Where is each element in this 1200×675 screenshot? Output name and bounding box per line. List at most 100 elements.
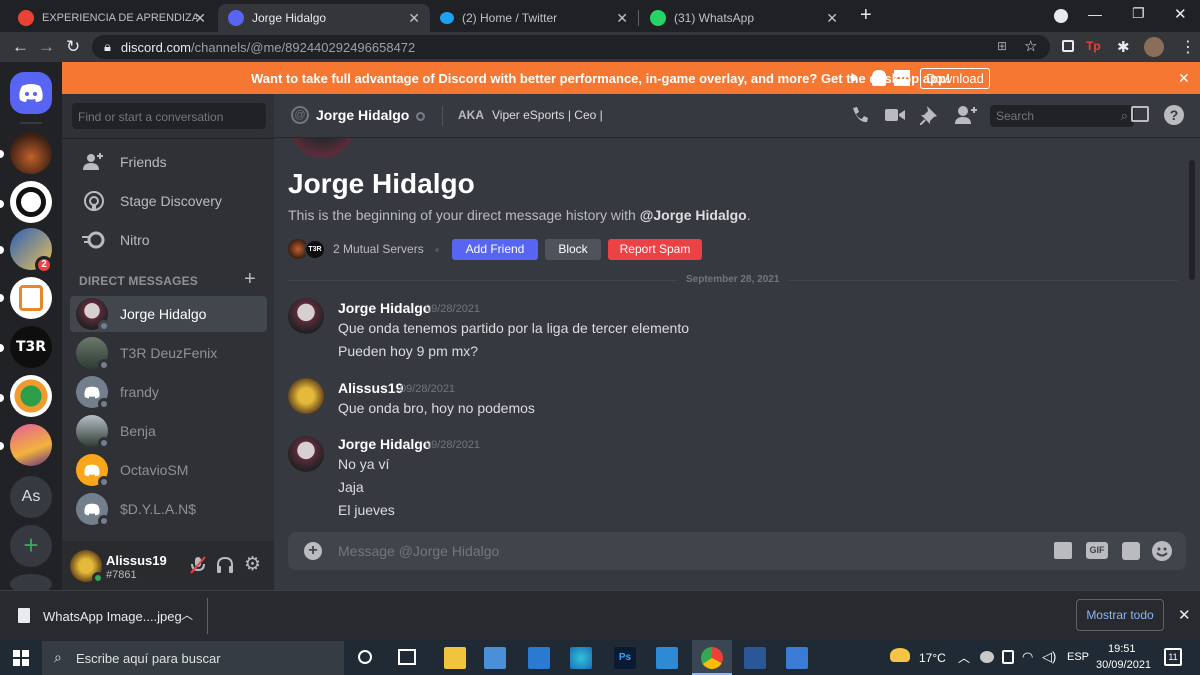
home-button[interactable] (10, 72, 52, 114)
find-conversation-input[interactable]: Find or start a conversation (72, 103, 266, 129)
dm-item-dylan[interactable]: $D.Y.L.A.N$ (70, 491, 267, 527)
server-icon[interactable] (10, 277, 52, 319)
start-windows-icon[interactable] (13, 650, 29, 666)
server-icon[interactable] (10, 181, 52, 223)
address-bar[interactable]: 🔒︎ discord.com /channels/@me/89244029249… (92, 35, 1050, 59)
weather-icon[interactable] (890, 648, 910, 662)
browser-tab-active[interactable]: Jorge Hidalgo ✕ (218, 4, 430, 32)
mail-icon[interactable] (528, 647, 550, 669)
tab-search-icon[interactable] (1054, 9, 1068, 23)
menu-icon[interactable]: ⋮ (1180, 37, 1196, 57)
close-shelf-icon[interactable]: ✕ (1178, 606, 1191, 624)
file-explorer-icon[interactable] (444, 647, 466, 669)
mention[interactable]: @Jorge Hidalgo (640, 207, 747, 223)
notification-center-icon[interactable]: 11 (1164, 648, 1182, 666)
tray-app-icon[interactable] (980, 651, 994, 663)
bookmark-star-icon[interactable]: ☆ (1024, 37, 1037, 55)
puzzle-icon[interactable]: ✱ (1117, 38, 1130, 56)
app-icon[interactable] (656, 647, 678, 669)
close-tab-icon[interactable]: ✕ (408, 10, 420, 27)
add-friends-to-dm-icon[interactable] (955, 105, 977, 125)
nav-friends[interactable]: Friends (72, 143, 266, 181)
block-button[interactable]: Block (545, 239, 601, 260)
chevron-up-icon[interactable]: ︿ (958, 649, 970, 666)
close-tab-icon[interactable]: ✕ (194, 10, 206, 27)
pin-icon[interactable] (920, 105, 938, 125)
nav-stage-discovery[interactable]: Stage Discovery (72, 182, 266, 220)
server-icon[interactable] (10, 375, 52, 417)
new-tab-button[interactable]: + (860, 4, 872, 27)
profile-avatar[interactable] (1144, 37, 1164, 57)
gift-icon[interactable] (1054, 542, 1072, 559)
minimize-icon[interactable]: — (1088, 6, 1102, 22)
edge-icon[interactable] (570, 647, 592, 669)
voice-call-icon[interactable] (850, 105, 870, 125)
add-friend-button[interactable]: Add Friend (452, 239, 538, 260)
tp-extension-icon[interactable]: Tp (1086, 39, 1101, 53)
battery-icon[interactable] (1002, 650, 1014, 664)
dm-item-benja[interactable]: Benja (70, 413, 267, 449)
mute-mic-icon[interactable] (190, 556, 206, 574)
language-indicator[interactable]: ESP (1067, 651, 1089, 663)
dm-item-octaviosm[interactable]: OctavioSM (70, 452, 267, 488)
word-icon[interactable] (744, 647, 766, 669)
server-icon[interactable] (10, 424, 52, 466)
clock-time[interactable]: 19:51 (1108, 643, 1136, 655)
temperature[interactable]: 17°C (919, 651, 946, 665)
message-composer[interactable]: + Message @Jorge Hidalgo GIF (288, 532, 1186, 570)
message-avatar[interactable] (288, 436, 324, 472)
clock-date[interactable]: 30/09/2021 (1096, 659, 1151, 671)
close-tab-icon[interactable]: ✕ (826, 10, 838, 27)
server-text-icon[interactable]: As (10, 476, 52, 518)
report-spam-button[interactable]: Report Spam (608, 239, 702, 260)
dm-item-jorge-hidalgo[interactable]: Jorge Hidalgo (70, 296, 267, 332)
show-all-button[interactable]: Mostrar todo (1076, 599, 1164, 631)
settings-gear-icon[interactable]: ⚙ (244, 553, 261, 576)
dm-item-frandy[interactable]: frandy (70, 374, 267, 410)
browser-tab[interactable]: (31) WhatsApp ✕ (640, 4, 848, 32)
task-view-icon[interactable] (398, 649, 416, 665)
reload-icon[interactable]: ↻ (66, 38, 80, 56)
video-call-icon[interactable] (885, 107, 905, 123)
photos-icon[interactable] (786, 647, 808, 669)
chat-scrollbar[interactable] (1189, 160, 1195, 280)
download-item[interactable]: WhatsApp Image....jpeg (43, 609, 182, 624)
volume-icon[interactable]: ◁) (1042, 649, 1056, 665)
chrome-active-slot[interactable] (692, 640, 732, 675)
add-server-button[interactable]: + (10, 525, 52, 567)
inbox-icon[interactable] (1131, 106, 1149, 122)
close-tab-icon[interactable]: ✕ (616, 10, 628, 27)
window-close-icon[interactable]: ✕ (1174, 5, 1187, 23)
server-icon[interactable]: T3R (10, 326, 52, 368)
browser-tab[interactable]: (2) Home / Twitter ✕ (430, 4, 638, 32)
emoji-icon[interactable] (1152, 541, 1172, 561)
server-icon[interactable] (10, 132, 52, 174)
gif-button[interactable]: GIF (1086, 542, 1108, 559)
mutual-servers-link[interactable]: 2 Mutual Servers (333, 242, 424, 256)
sticker-icon[interactable] (1122, 542, 1140, 560)
photoshop-icon[interactable]: Ps (614, 647, 636, 669)
wifi-icon[interactable]: ◠ (1022, 649, 1033, 665)
taskbar-search-input[interactable]: ⌕ Escribe aquí para buscar (42, 641, 344, 675)
search-input[interactable]: Search ⌕ (990, 105, 1134, 127)
message-author[interactable]: Jorge Hidalgo (338, 436, 431, 452)
nav-nitro[interactable]: Nitro (72, 221, 266, 259)
back-icon[interactable]: ← (12, 38, 29, 56)
create-dm-icon[interactable]: + (244, 268, 256, 291)
headphones-icon[interactable] (216, 556, 234, 574)
browser-tab[interactable]: EXPERIENCIA DE APRENDIZAJE 7 ✕ (8, 4, 216, 32)
message-author[interactable]: Jorge Hidalgo (338, 300, 431, 316)
help-icon[interactable]: ? (1164, 105, 1184, 125)
forward-icon[interactable]: → (38, 38, 55, 56)
translate-icon[interactable]: ⊞ (997, 39, 1007, 53)
chevron-up-icon[interactable]: ︿ (181, 606, 193, 623)
upload-plus-icon[interactable]: + (304, 542, 322, 560)
close-banner-icon[interactable]: ✕ (1178, 70, 1190, 87)
extension-icon[interactable] (1062, 40, 1074, 52)
user-avatar[interactable] (70, 550, 104, 584)
message-avatar[interactable] (288, 378, 324, 414)
message-input[interactable]: Message @Jorge Hidalgo (338, 543, 499, 559)
dm-item-t3r-deuzfenix[interactable]: T3R DeuzFenix (70, 335, 267, 371)
restore-icon[interactable]: ❐ (1132, 5, 1145, 22)
message-author[interactable]: Alissus19 (338, 380, 403, 396)
